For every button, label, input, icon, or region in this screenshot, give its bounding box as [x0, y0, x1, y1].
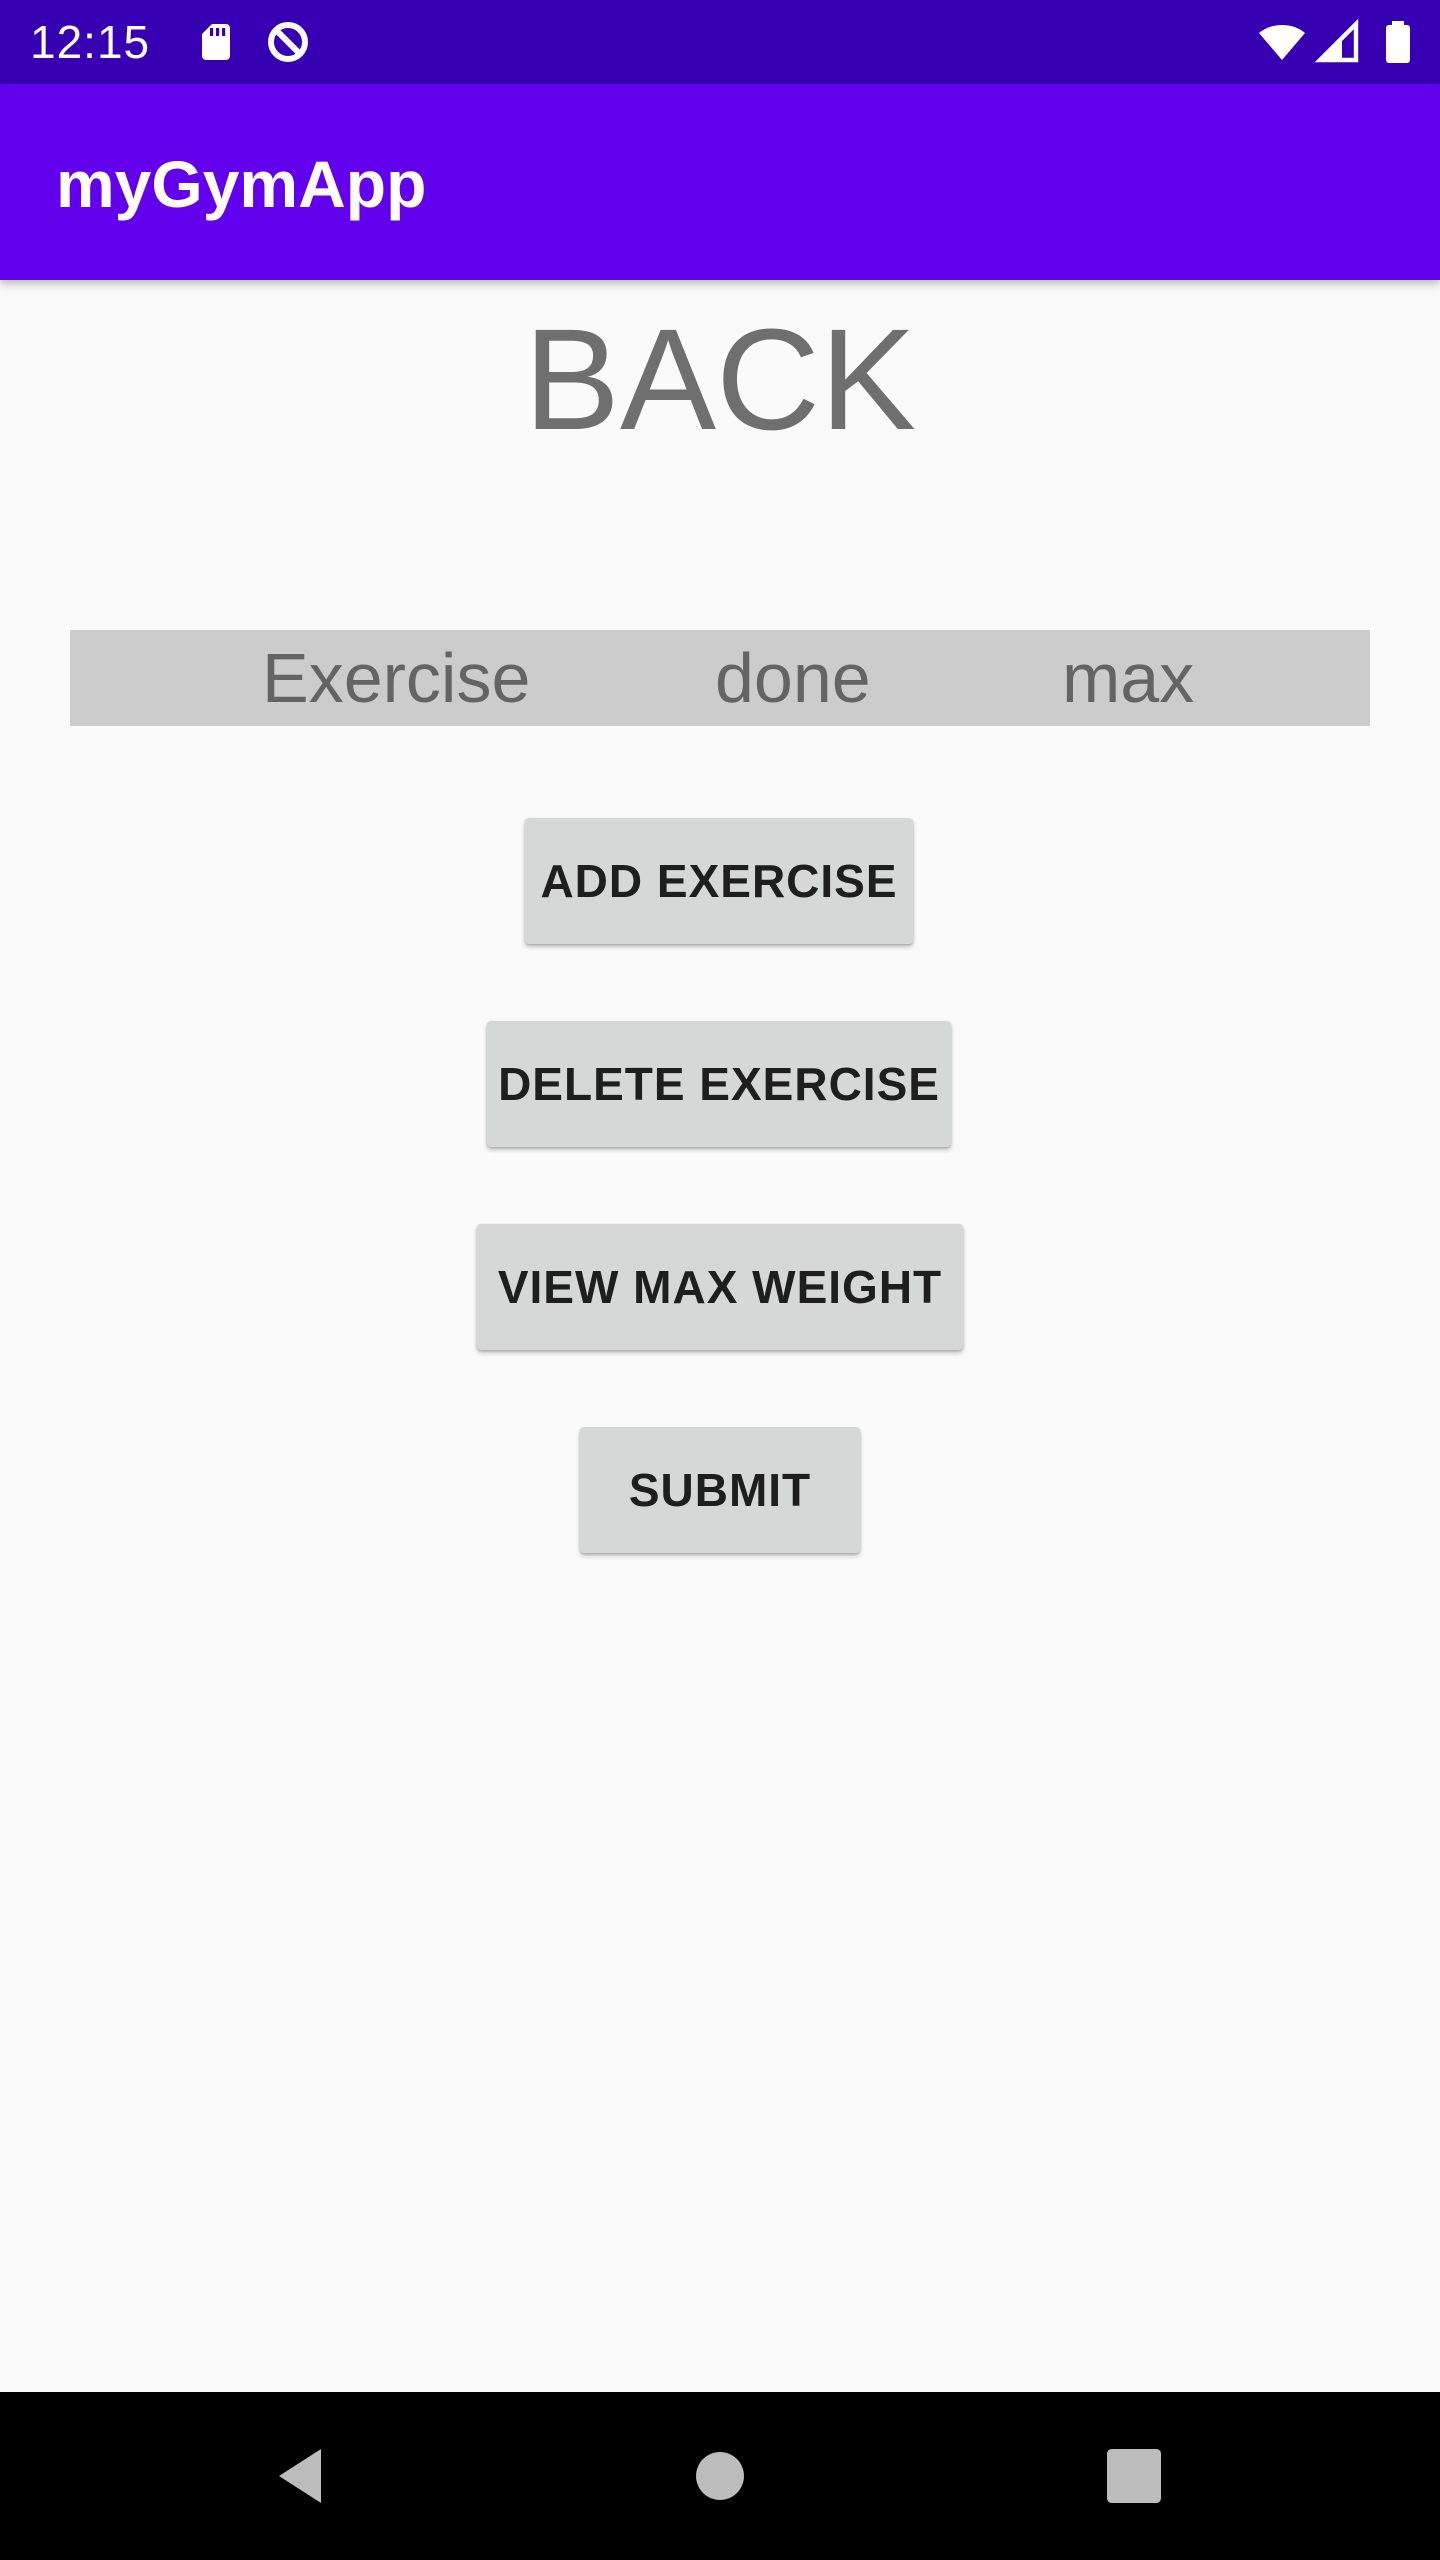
app-bar: myGymApp — [0, 84, 1440, 280]
sd-card-icon — [192, 18, 240, 66]
data-saver-icon — [264, 18, 312, 66]
submit-button[interactable]: SUBMIT — [580, 1427, 860, 1553]
battery-icon — [1374, 18, 1422, 66]
app-title: myGymApp — [56, 147, 427, 221]
status-time: 12:15 — [30, 16, 151, 68]
table-header: Exercise done max — [70, 630, 1370, 726]
wifi-icon — [1258, 18, 1306, 66]
column-header-done: done — [715, 639, 871, 717]
column-header-max: max — [1062, 639, 1195, 717]
navigation-bar — [0, 2392, 1440, 2560]
status-bar: 12:15 — [0, 0, 1440, 84]
delete-exercise-button[interactable]: DELETE EXERCISE — [487, 1021, 951, 1147]
view-max-weight-button[interactable]: VIEW MAX WEIGHT — [477, 1224, 963, 1350]
column-header-exercise: Exercise — [262, 639, 531, 717]
add-exercise-button[interactable]: ADD EXERCISE — [525, 818, 913, 944]
signal-icon — [1314, 18, 1362, 66]
back-icon[interactable] — [264, 2440, 336, 2512]
home-icon[interactable] — [684, 2440, 756, 2512]
page-heading: BACK — [523, 299, 917, 460]
recents-icon[interactable] — [1098, 2440, 1170, 2512]
